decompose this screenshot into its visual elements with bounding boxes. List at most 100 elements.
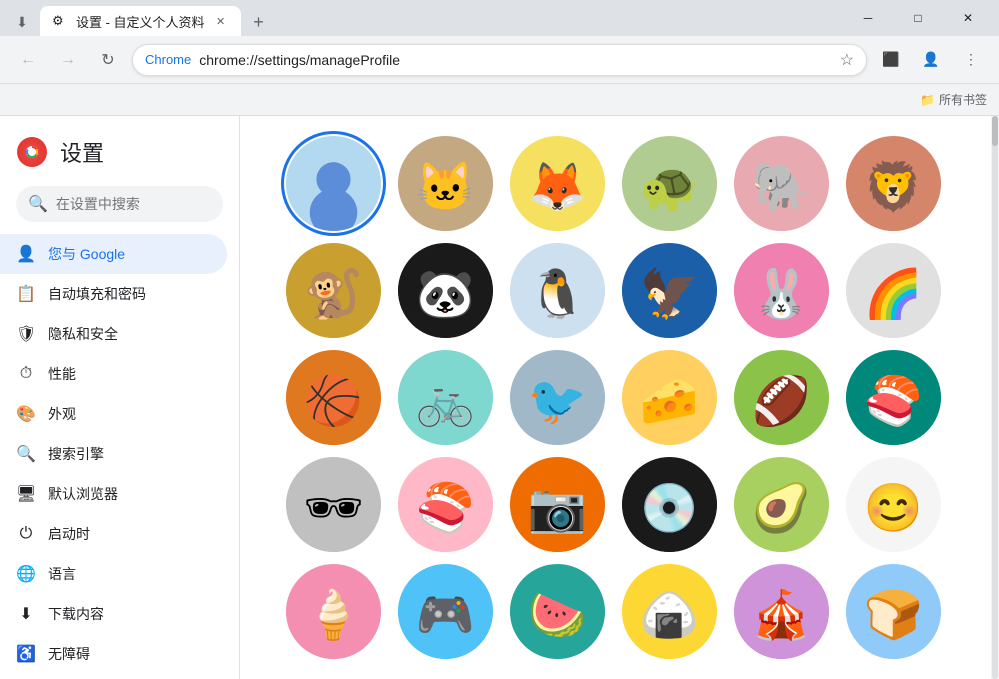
avatar-item[interactable]: 🦊 (510, 136, 605, 231)
avatar-item[interactable]: 🎪 (734, 564, 829, 659)
avatar-item[interactable]: 🐒 (286, 243, 381, 338)
sidebar-item-google[interactable]: 👤 您与 Google (0, 234, 227, 274)
folder-icon: 📁 (920, 93, 935, 107)
sidebar-item-performance[interactable]: ⏱ 性能 (0, 354, 227, 394)
nav-label-performance: 性能 (48, 364, 76, 384)
active-tab[interactable]: ⚙ 设置 - 自定义个人资料 ✕ (40, 6, 241, 36)
tabs-area: ⬇ ⚙ 设置 - 自定义个人资料 ✕ + (8, 0, 845, 36)
close-window-button[interactable]: ✕ (945, 2, 991, 34)
nav-label-appearance: 外观 (48, 404, 76, 424)
avatar-item[interactable]: 🕶 (286, 457, 381, 552)
account-button[interactable]: 👤 (915, 44, 947, 76)
avatar-item[interactable]: 🍣 (846, 350, 941, 445)
svg-text:😊: 😊 (863, 482, 922, 535)
avatar-item[interactable] (286, 136, 381, 231)
search-input[interactable] (56, 196, 237, 212)
svg-text:🍞: 🍞 (863, 587, 922, 642)
avatar-item[interactable]: 🍙 (622, 564, 717, 659)
avatar-item[interactable]: 🍦 (286, 564, 381, 659)
avatar-item[interactable]: 🏀 (286, 350, 381, 445)
avatar-item[interactable]: 🦅 (622, 243, 717, 338)
titlebar: ⬇ ⚙ 设置 - 自定义个人资料 ✕ + ─ □ ✕ (0, 0, 999, 36)
svg-text:🏈: 🏈 (751, 373, 810, 429)
avatar-item[interactable]: 🐼 (398, 243, 493, 338)
sidebar-item-browser[interactable]: 🖥 默认浏览器 (0, 474, 227, 514)
nav-icon-performance: ⏱ (16, 365, 36, 383)
search-wrap: 🔍 (0, 178, 239, 234)
avatar-item[interactable]: 🎮 (398, 564, 493, 659)
nav-icon-autofill: 📋 (16, 284, 36, 304)
nav-label-browser: 默认浏览器 (48, 484, 118, 504)
forward-button[interactable]: → (52, 44, 84, 76)
nav-icon-language: 🌐 (16, 564, 36, 584)
avatar-item[interactable]: 💿 (622, 457, 717, 552)
avatar-item[interactable]: 🍞 (846, 564, 941, 659)
nav-label-language: 语言 (48, 564, 76, 584)
svg-text:🧀: 🧀 (639, 375, 698, 428)
url-text: chrome://settings/manageProfile (199, 52, 831, 68)
bookmark-icon[interactable]: ☆ (840, 50, 854, 70)
avatar-item[interactable]: 🌈 (846, 243, 941, 338)
avatar-item[interactable]: 🐘 (734, 136, 829, 231)
search-box[interactable]: 🔍 (16, 186, 223, 222)
sidebar-item-search[interactable]: 🔍 搜索引擎 (0, 434, 227, 474)
tab-close-button[interactable]: ✕ (213, 13, 229, 29)
svg-text:💿: 💿 (639, 480, 698, 536)
sidebar-item-startup[interactable]: ⏻ 启动时 (0, 514, 227, 554)
svg-text:🚲: 🚲 (415, 375, 474, 428)
nav-label-autofill: 自动填充和密码 (48, 284, 146, 304)
avatar-item[interactable]: 🐰 (734, 243, 829, 338)
avatar-item[interactable]: 🦁 (846, 136, 941, 231)
all-bookmarks[interactable]: 📁 所有书签 (920, 91, 987, 108)
sidebar-item-autofill[interactable]: 📋 自动填充和密码 (0, 274, 227, 314)
new-tab-button[interactable]: + (245, 8, 273, 36)
avatar-item[interactable]: 🐧 (510, 243, 605, 338)
maximize-button[interactable]: □ (895, 2, 941, 34)
content-scrollbar[interactable] (991, 116, 999, 679)
svg-text:🐢: 🐢 (639, 161, 698, 214)
avatar-item[interactable]: 🍣 (398, 457, 493, 552)
avatar-item[interactable]: 🧀 (622, 350, 717, 445)
minimize-button[interactable]: ─ (845, 2, 891, 34)
avatar-item[interactable]: 📷 (510, 457, 605, 552)
bookmarks-bar: 📁 所有书签 (0, 84, 999, 116)
sidebar-item-language[interactable]: 🌐 语言 (0, 554, 227, 594)
avatar-item[interactable]: 🐦 (510, 350, 605, 445)
nav-items: 👤 您与 Google 📋 自动填充和密码 🛡 隐私和安全 ⏱ 性能 🎨 外观 … (0, 234, 239, 679)
avatar-item[interactable]: 🐱 (398, 136, 493, 231)
sidebar-item-system[interactable]: 🔧 系统 (0, 674, 227, 679)
avatar-item[interactable]: 🥑 (734, 457, 829, 552)
nav-icon-search: 🔍 (16, 444, 36, 464)
nav-icon-startup: ⏻ (16, 525, 36, 543)
svg-text:🎮: 🎮 (415, 589, 474, 642)
reload-button[interactable]: ↻ (92, 44, 124, 76)
extensions-button[interactable]: ⬛ (875, 44, 907, 76)
nav-icon-google: 👤 (16, 244, 36, 264)
avatar-item[interactable]: 🏈 (734, 350, 829, 445)
svg-text:🐘: 🐘 (751, 161, 810, 214)
content-area: 🐱 🦊 🐢 🐘 🦁 🐒 🐼 🐧 🦅 🐰 🌈 🏀 🚲 🐦 (240, 116, 991, 679)
tab-list-button[interactable]: ⬇ (8, 8, 36, 36)
scrollbar-thumb[interactable] (992, 116, 998, 146)
tab-title-text: 设置 - 自定义个人资料 (76, 12, 205, 31)
search-icon: 🔍 (28, 194, 48, 214)
avatar-item[interactable]: 😊 (846, 457, 941, 552)
sidebar-item-privacy[interactable]: 🛡 隐私和安全 (0, 314, 227, 354)
sidebar-item-downloads[interactable]: ⬇ 下载内容 (0, 594, 227, 634)
svg-text:🥑: 🥑 (751, 477, 810, 535)
menu-button[interactable]: ⋮ (955, 44, 987, 76)
bookmarks-label: 所有书签 (939, 91, 987, 108)
avatar-item[interactable]: 🐢 (622, 136, 717, 231)
address-bar[interactable]: Chrome chrome://settings/manageProfile ☆ (132, 44, 867, 76)
sidebar-item-appearance[interactable]: 🎨 外观 (0, 394, 227, 434)
back-button[interactable]: ← (12, 44, 44, 76)
avatar-item[interactable]: 🍉 (510, 564, 605, 659)
avatar-item[interactable]: 🚲 (398, 350, 493, 445)
svg-text:🌈: 🌈 (863, 265, 922, 321)
svg-text:🐱: 🐱 (415, 161, 474, 214)
sidebar-item-accessibility[interactable]: ♿ 无障碍 (0, 634, 227, 674)
main-layout: 设置 🔍 👤 您与 Google 📋 自动填充和密码 🛡 隐私和安全 ⏱ 性能 … (0, 116, 999, 679)
svg-text:🎪: 🎪 (751, 587, 810, 643)
nav-icon-browser: 🖥 (16, 484, 36, 504)
svg-text:🐦: 🐦 (527, 375, 586, 428)
